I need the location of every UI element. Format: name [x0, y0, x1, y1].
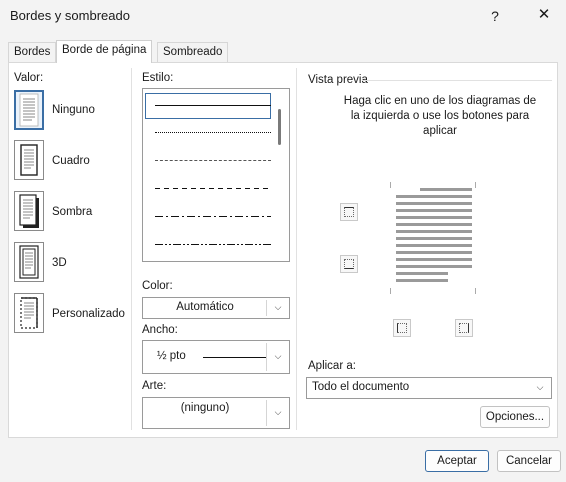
ancho-label: Ancho: — [142, 324, 178, 336]
chevron-down-icon: ⌵ — [274, 407, 282, 417]
border-left-icon — [397, 323, 407, 333]
chevron-down-icon: ⌵ — [274, 302, 282, 312]
preview-help-text: Haga clic en uno de los diagramas de la … — [343, 95, 537, 137]
page-box-icon — [20, 144, 38, 176]
style-dash-dot-option[interactable] — [155, 216, 271, 217]
style-dash-dot-dot-option[interactable] — [155, 244, 271, 245]
color-label: Color: — [142, 280, 173, 292]
color-dropdown[interactable]: Automático ⌵ — [142, 297, 290, 319]
style-dotted-option[interactable] — [155, 132, 271, 133]
valor-personalizado-option[interactable] — [14, 293, 44, 333]
valor-cuadro-option[interactable] — [14, 140, 44, 180]
section-divider — [131, 68, 132, 430]
tab-bordes-label: Bordes — [14, 46, 51, 58]
aplicar-label: Aplicar a: — [308, 360, 356, 372]
border-right-icon — [459, 323, 469, 333]
dropdown-divider — [266, 343, 267, 371]
estilo-scrollbar[interactable] — [278, 109, 281, 145]
estilo-list[interactable] — [142, 88, 290, 262]
tab-bordes[interactable]: Bordes — [8, 42, 57, 63]
dialog-title: Bordes y sombreado — [10, 8, 130, 23]
page-none-icon — [19, 93, 39, 127]
page-custom-icon — [20, 297, 38, 329]
section-divider — [296, 68, 297, 430]
dropdown-divider — [266, 400, 267, 426]
valor-3d-label: 3D — [52, 257, 67, 269]
page-3d-icon — [19, 245, 39, 279]
page-preview[interactable] — [389, 182, 477, 294]
arte-dropdown[interactable]: (ninguno) ⌵ — [142, 397, 290, 429]
chevron-down-icon: ⌵ — [536, 382, 544, 392]
ancho-line-preview — [203, 357, 267, 358]
close-button[interactable]: ✕ — [533, 4, 555, 26]
tab-borde-de-pagina-label: Borde de página — [62, 44, 147, 56]
color-value: Automático — [176, 301, 234, 313]
chevron-down-icon: ⌵ — [274, 351, 282, 361]
cancel-button[interactable]: Cancelar — [497, 450, 561, 472]
border-bottom-icon — [344, 259, 354, 269]
style-dashed-option[interactable] — [155, 188, 271, 189]
bottom-border-button[interactable] — [340, 255, 358, 273]
title-bar: Bordes y sombreado ? ✕ — [0, 0, 566, 32]
border-top-icon — [344, 207, 354, 217]
style-dashed-fine-option[interactable] — [155, 160, 271, 161]
ancho-value: ½ pto — [157, 350, 186, 362]
page-preview-graphic — [389, 182, 477, 294]
section-rule — [362, 80, 552, 81]
valor-label: Valor: — [14, 72, 44, 84]
valor-ninguno-option[interactable] — [14, 90, 44, 130]
arte-value: (ninguno) — [180, 402, 230, 414]
valor-sombra-option[interactable] — [14, 191, 44, 231]
arte-label: Arte: — [142, 380, 167, 392]
tab-borde-de-pagina[interactable]: Borde de página — [56, 40, 153, 63]
ancho-dropdown[interactable]: ½ pto ⌵ — [142, 340, 290, 374]
options-button[interactable]: Opciones... — [480, 406, 550, 428]
valor-3d-option[interactable] — [14, 242, 44, 282]
tab-sombreado-label: Sombreado — [163, 46, 223, 58]
top-border-button[interactable] — [340, 203, 358, 221]
estilo-selection — [145, 93, 271, 119]
estilo-label: Estilo: — [142, 72, 174, 84]
vista-previa-label: Vista previa — [308, 74, 368, 86]
help-button[interactable]: ? — [485, 6, 505, 26]
page-shadow-icon — [19, 194, 39, 228]
aplicar-dropdown[interactable]: Todo el documento ⌵ — [306, 377, 552, 399]
valor-cuadro-label: Cuadro — [52, 155, 90, 167]
valor-personalizado-label: Personalizado — [52, 308, 125, 320]
tab-sombreado[interactable]: Sombreado — [157, 42, 229, 63]
style-solid-option[interactable] — [155, 105, 271, 106]
aplicar-value: Todo el documento — [312, 381, 410, 393]
right-border-button[interactable] — [455, 319, 473, 337]
valor-ninguno-label: Ninguno — [52, 104, 95, 116]
accept-button[interactable]: Aceptar — [425, 450, 489, 472]
dropdown-divider — [266, 300, 267, 316]
left-border-button[interactable] — [393, 319, 411, 337]
valor-sombra-label: Sombra — [52, 206, 93, 218]
